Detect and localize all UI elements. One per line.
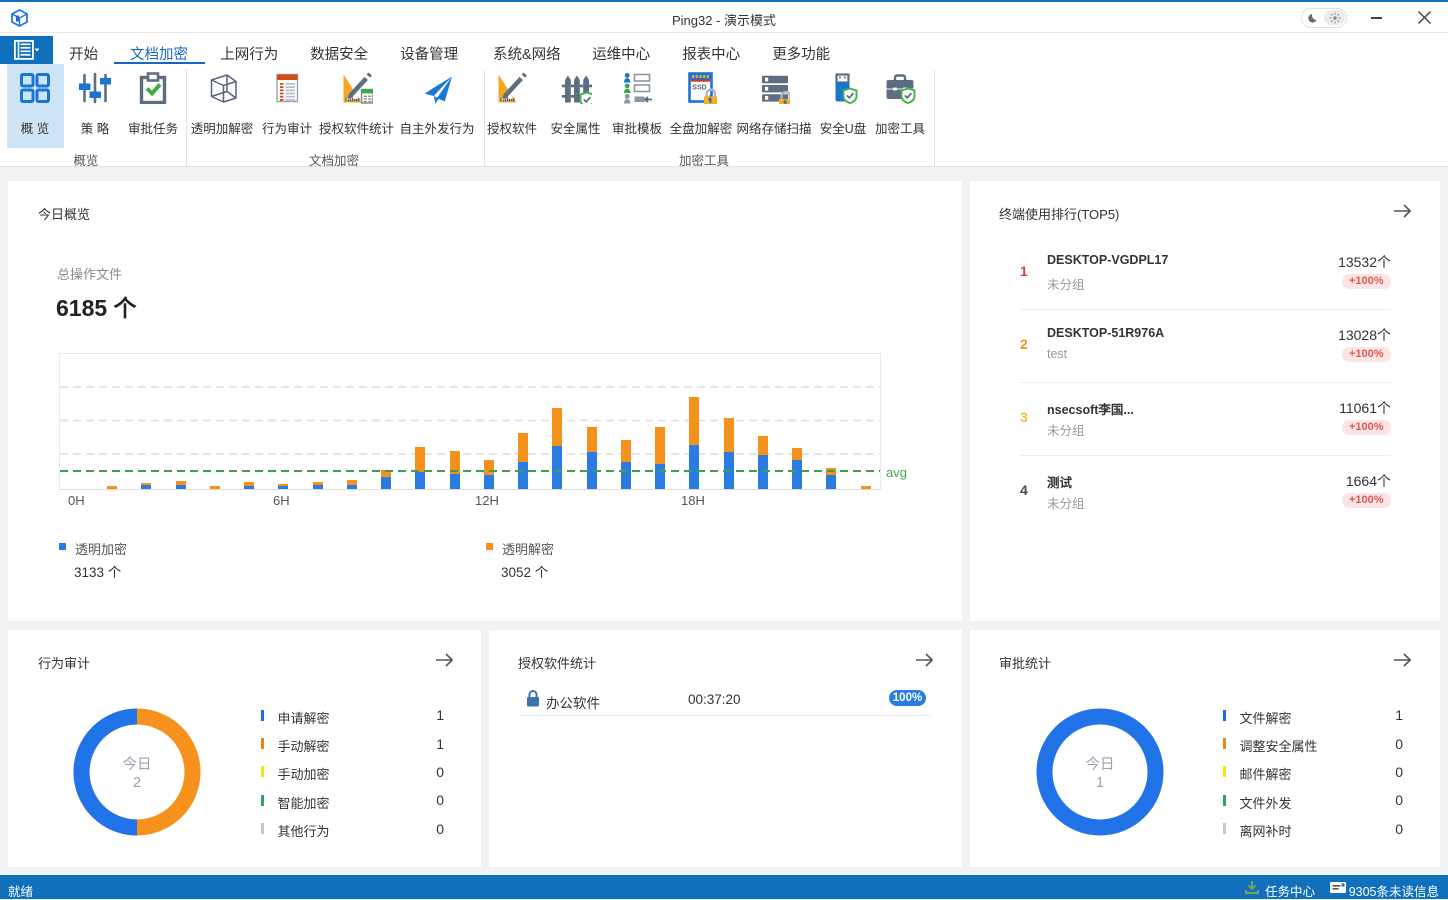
svg-text:SSD: SSD xyxy=(692,85,706,92)
